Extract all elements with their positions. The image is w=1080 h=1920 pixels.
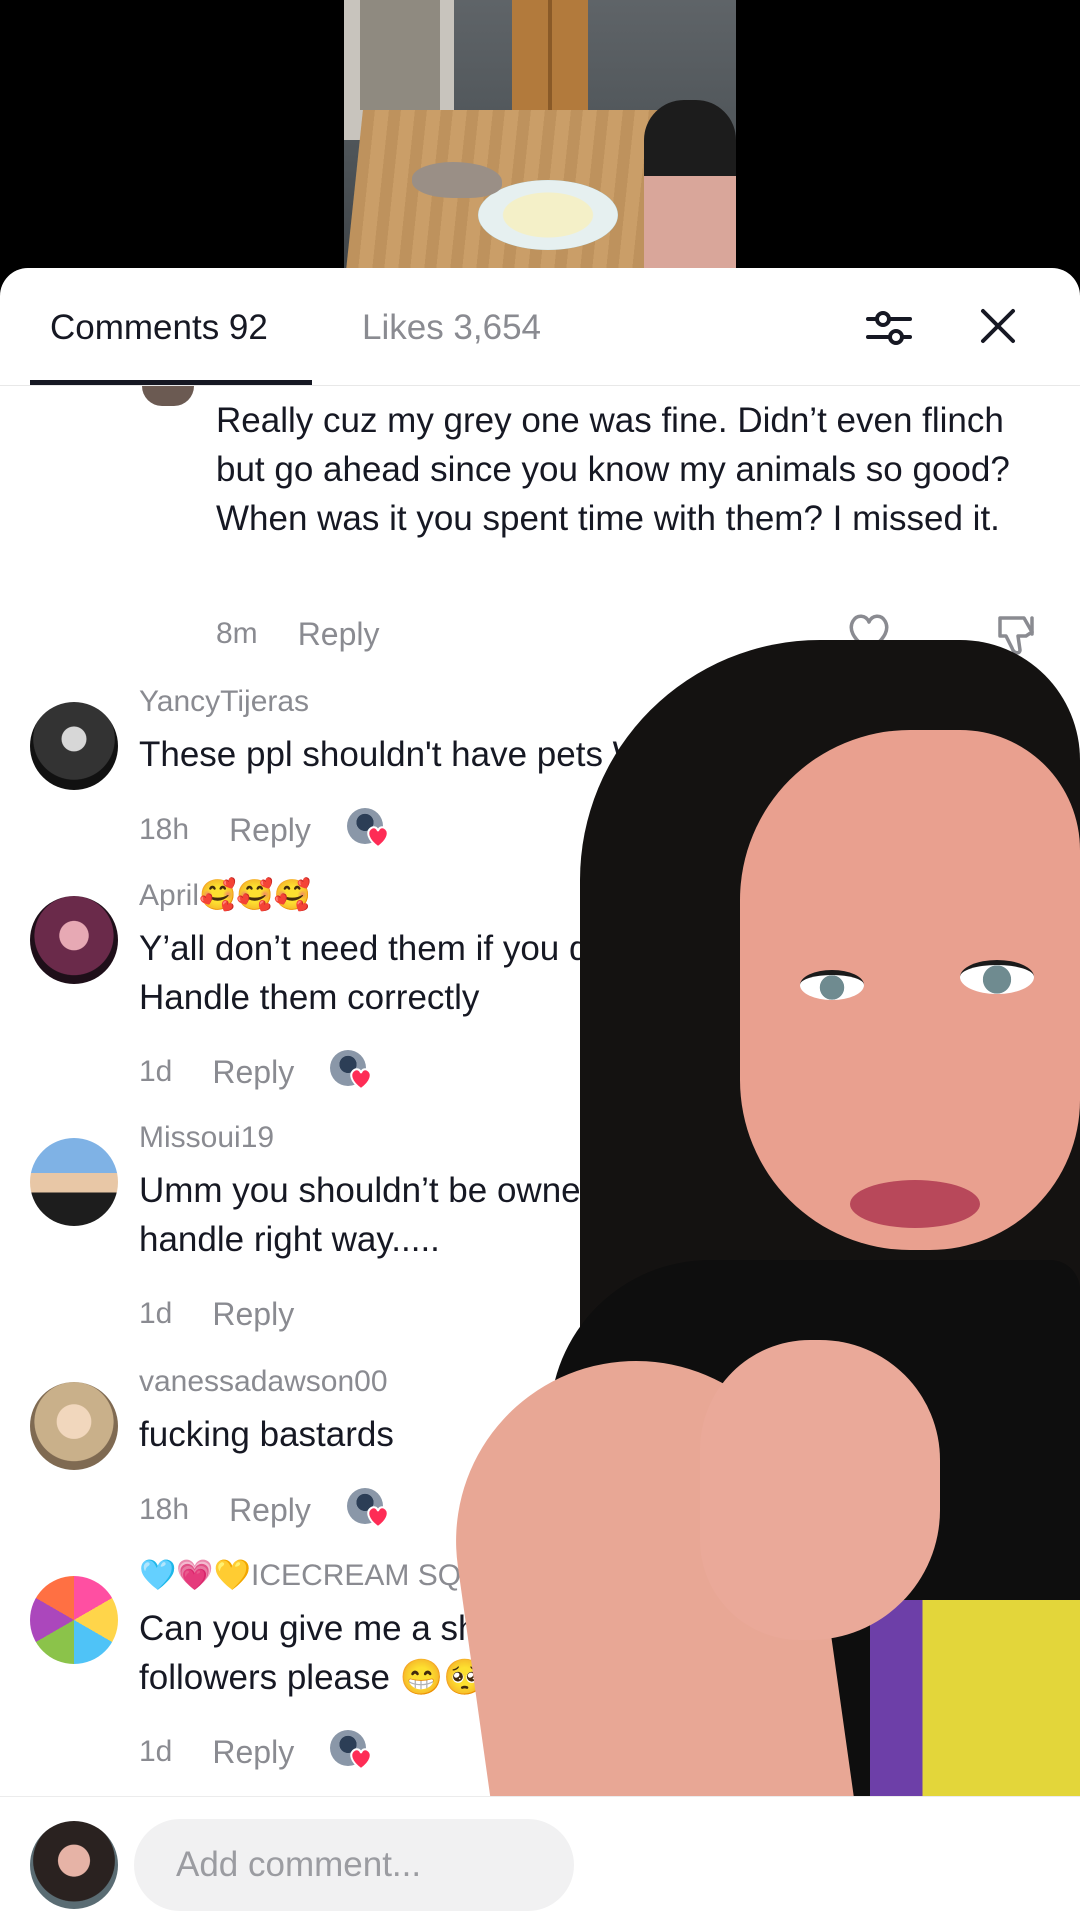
heart-icon — [350, 1748, 372, 1771]
reply-time: 8m — [216, 617, 258, 650]
comment-text: These ppl shouldn't have pets WTF?? — [139, 735, 728, 774]
video-background — [0, 0, 1080, 290]
comment-text: Umm you shouldn’t be owner of handle rig… — [139, 1171, 632, 1259]
comment-body: YancyTijeras These ppl shouldn't have pe… — [139, 682, 727, 779]
username[interactable]: YancyTijeras — [139, 682, 727, 722]
reply-text: Really cuz my grey one was fine. Didn’t … — [216, 401, 1010, 538]
comment-text: fucking bastards — [139, 1415, 394, 1454]
heart-icon[interactable] — [847, 612, 891, 654]
comment-time: 1d — [139, 1055, 173, 1088]
reply-button[interactable]: Reply — [229, 1492, 311, 1529]
reply-button[interactable]: Reply — [298, 616, 380, 653]
comment-meta: 18h Reply — [139, 1488, 391, 1532]
avatar — [30, 1821, 118, 1909]
dislike-icon[interactable] — [994, 612, 1040, 656]
video-thumbnail[interactable] — [344, 0, 736, 290]
comment-meta: 1d Reply — [139, 1292, 294, 1336]
active-tab-indicator — [30, 380, 312, 385]
add-comment-bar — [0, 1796, 1080, 1920]
comment-body: April🥰🥰🥰 Y’all don’t need them if you do… — [139, 876, 699, 1022]
comment-meta: 1d Reply — [139, 1730, 374, 1774]
tab-comments[interactable]: Comments 92 — [50, 308, 268, 348]
comment-body: vanessadawson00 fucking bastards — [139, 1362, 394, 1459]
video-person — [644, 100, 736, 290]
comment-meta: 1d Reply — [139, 1050, 374, 1094]
filter-icon[interactable] — [866, 306, 912, 350]
avatar[interactable] — [30, 1138, 118, 1226]
add-comment-input[interactable] — [134, 1819, 574, 1911]
close-icon[interactable] — [978, 306, 1018, 346]
heart-icon — [367, 1506, 389, 1529]
reply-meta: 8m Reply — [216, 612, 380, 656]
comment-text: Can you give me a shou followers please … — [139, 1609, 517, 1697]
comment-body: 🩵💗💛ICECREAM SQUAD Can you give me a shou… — [139, 1556, 559, 1702]
reply-button[interactable]: Reply — [229, 812, 311, 849]
reply-button[interactable]: Reply — [212, 1054, 294, 1091]
heart-icon — [350, 1068, 372, 1091]
comment-time: 18h — [139, 813, 190, 846]
video-plate — [478, 180, 618, 250]
reply-avatar — [142, 386, 194, 406]
comment-meta: 18h Reply — [139, 808, 391, 852]
username[interactable]: 🩵💗💛ICECREAM SQUAD — [139, 1556, 559, 1596]
video-doorway — [360, 0, 440, 110]
username[interactable]: Missoui19 — [139, 1118, 699, 1158]
reply-button[interactable]: Reply — [212, 1734, 294, 1771]
reply-comment: Really cuz my grey one was fine. Didn’t … — [216, 396, 1036, 543]
reply-button[interactable]: Reply — [212, 1296, 294, 1333]
creator-liked-badge — [346, 808, 391, 852]
avatar[interactable] — [30, 702, 118, 790]
creator-liked-badge — [330, 1050, 374, 1094]
tab-bar: Comments 92 Likes 3,654 — [0, 268, 1080, 386]
creator-liked-badge — [330, 1730, 374, 1774]
comment-time: 1d — [139, 1297, 173, 1330]
avatar[interactable] — [30, 1382, 118, 1470]
username[interactable]: vanessadawson00 — [139, 1362, 394, 1402]
comment-time: 1d — [139, 1735, 173, 1768]
comment-text: Y’all don’t need them if you don’t Handl… — [139, 929, 645, 1017]
username[interactable]: April🥰🥰🥰 — [139, 876, 699, 916]
tab-likes[interactable]: Likes 3,654 — [362, 308, 541, 348]
comment-time: 18h — [139, 1493, 190, 1526]
avatar[interactable] — [30, 1576, 118, 1664]
comments-sheet: Comments 92 Likes 3,654 Really cuz my gr… — [0, 268, 1080, 1920]
comment-body: Missoui19 Umm you shouldn’t be owner of … — [139, 1118, 699, 1264]
heart-icon — [367, 826, 389, 849]
video-sugar-glider — [412, 162, 502, 198]
avatar[interactable] — [30, 896, 118, 984]
creator-liked-badge — [346, 1488, 391, 1532]
